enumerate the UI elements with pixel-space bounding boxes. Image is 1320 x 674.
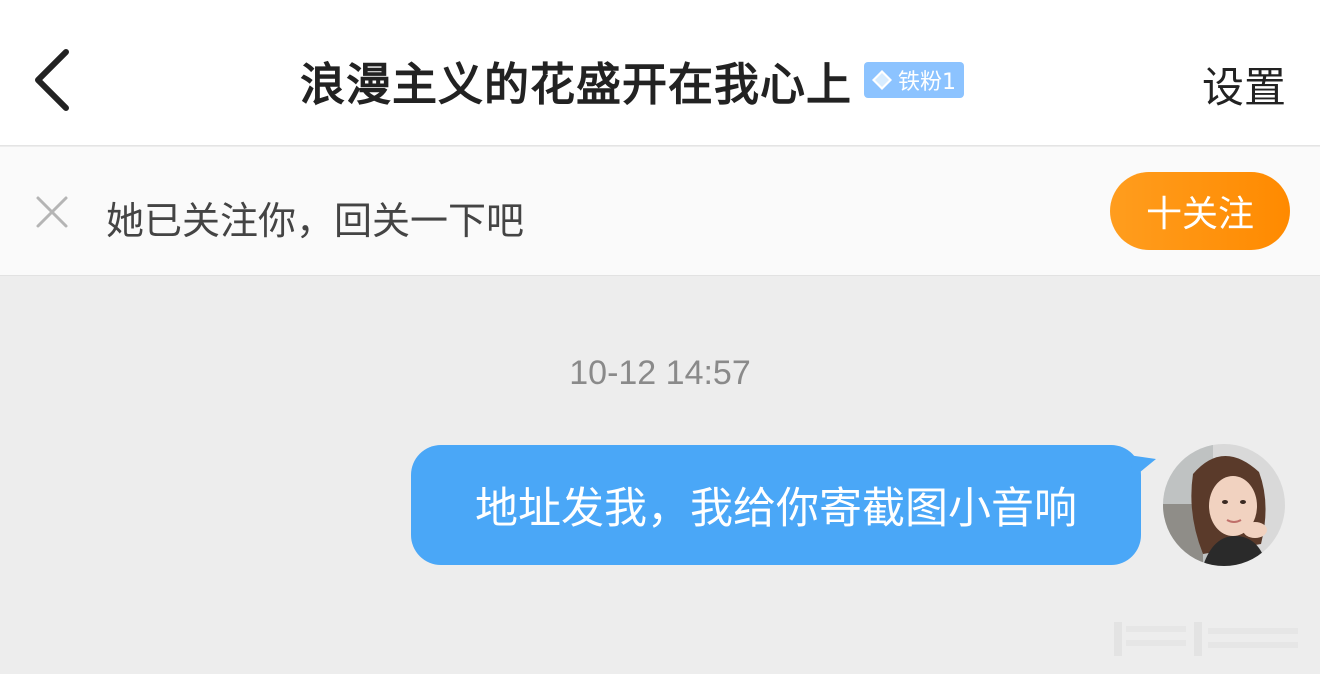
follow-back-message: 她已关注你，回关一下吧 bbox=[106, 199, 525, 243]
close-icon bbox=[36, 196, 68, 228]
settings-button[interactable]: 设置 bbox=[1202, 54, 1286, 115]
chevron-left-icon bbox=[35, 49, 69, 111]
page-title: 浪漫主义的花盛开在我心上 bbox=[300, 57, 853, 111]
dismiss-follow-bar-button[interactable] bbox=[34, 194, 70, 230]
chat-header: 浪漫主义的花盛开在我心上 铁粉1 设置 bbox=[0, 0, 1320, 146]
outgoing-message-bubble[interactable]: 地址发我，我给你寄截图小音响 bbox=[411, 445, 1141, 565]
watermark-logo bbox=[1114, 622, 1298, 656]
follow-button[interactable]: 十关注 bbox=[1110, 172, 1290, 250]
diamond-icon bbox=[872, 70, 893, 90]
fan-level-badge: 铁粉1 bbox=[864, 62, 965, 98]
avatar[interactable] bbox=[1163, 444, 1285, 566]
message-text: 地址发我，我给你寄截图小音响 bbox=[475, 484, 1077, 534]
message-timestamp: 10-12 14:57 bbox=[569, 354, 751, 392]
back-button[interactable] bbox=[24, 42, 84, 118]
user-avatar-image bbox=[1163, 444, 1285, 566]
fan-level-label: 铁粉1 bbox=[898, 70, 957, 95]
title-group: 浪漫主义的花盛开在我心上 铁粉1 bbox=[300, 48, 965, 112]
bubble-tail bbox=[1128, 455, 1156, 477]
